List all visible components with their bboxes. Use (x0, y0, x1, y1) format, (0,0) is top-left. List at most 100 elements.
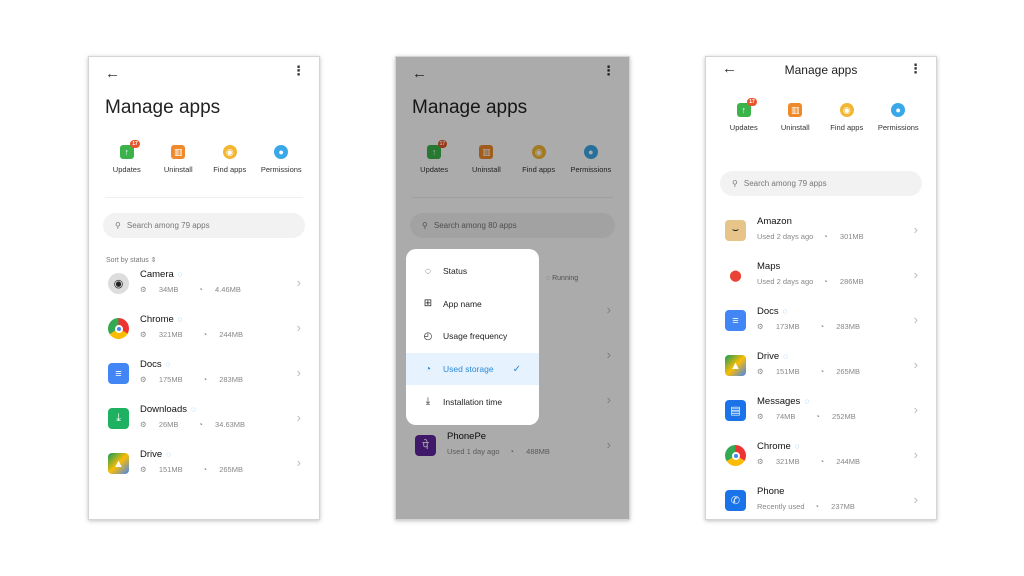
sort-option-app-name[interactable]: ⊞ App name (406, 288, 539, 321)
chevron-right-icon: › (296, 365, 301, 380)
manage-apps-screen-sort-menu: ← ⋮ Manage apps ↑ 17 Updates ▥ Uninstall ◉ Fin… (395, 56, 630, 520)
search-input[interactable]: ⚲ Search among 79 apps (103, 213, 305, 238)
app-list-item[interactable]: ▲ Drive ◌ ⚙ 151MB ◔ 265MB › (89, 443, 319, 488)
tool-label: Find apps (830, 123, 864, 132)
app-size: ⚙ 74MB (757, 412, 796, 421)
update-count-badge: 17 (747, 98, 757, 106)
chevron-right-icon: › (913, 402, 918, 417)
tool-uninstall[interactable]: ▥ Uninstall (770, 103, 820, 132)
app-size-icon: ⚙ (140, 420, 149, 429)
tool-permissions[interactable]: ● Permissions (873, 103, 923, 132)
app-list-item[interactable]: Chrome ◌ ⚙ 321MB ◔ 244MB › (89, 308, 319, 353)
tool-find-apps[interactable]: ◉ Find apps (822, 103, 872, 132)
last-used: Used 2 days ago (757, 277, 814, 286)
search-input[interactable]: ⚲ Search among 79 apps (720, 171, 922, 196)
grid-icon: ⊞ (423, 298, 433, 310)
drive-icon: ▲ (725, 355, 746, 376)
app-list-item[interactable]: ◉ Camera ◌ ⚙ 34MB ◔ 4.46MB › (89, 263, 319, 308)
permissions-icon: ● (891, 103, 906, 117)
drive-icon: ▲ (108, 453, 129, 474)
tool-label: Permissions (877, 123, 919, 132)
storage-icon: ◔ (823, 277, 830, 286)
chevron-right-icon: › (296, 410, 301, 425)
app-size-icon: ⚙ (757, 322, 766, 331)
storage-icon: ◔ (202, 375, 210, 384)
chevron-right-icon: › (913, 492, 918, 507)
status-icon: ◌ (425, 265, 431, 277)
sort-option-installation-time[interactable]: ⤓ Installation time (406, 385, 539, 418)
maps-icon: ⬤ (725, 265, 746, 286)
app-list-item[interactable]: ⬤ Maps Used 2 days ago ◔ 286MB › (706, 255, 936, 300)
running-indicator-icon: ◌ (191, 405, 196, 414)
docs-icon: ≡ (725, 310, 746, 331)
running-indicator-icon: ◌ (783, 352, 788, 361)
app-size: ⚙ 34MB (140, 285, 179, 294)
chevron-right-icon: › (913, 312, 918, 327)
app-size-icon: ⚙ (140, 465, 149, 474)
chevron-right-icon: › (913, 222, 918, 237)
app-name: Maps (757, 261, 781, 272)
storage-icon: ◔ (819, 322, 827, 331)
storage-used: ◔ 4.46MB (198, 285, 241, 294)
app-list-item[interactable]: ≡ Docs ◌ ⚙ 173MB ◔ 283MB › (706, 300, 936, 345)
app-list-item[interactable]: Chrome ◌ ⚙ 321MB ◔ 244MB › (706, 435, 936, 480)
app-size: ⚙ 26MB (140, 420, 179, 429)
tool-label: Updates (112, 165, 141, 174)
storage-icon: ◔ (814, 502, 822, 511)
app-size: ⚙ 321MB (140, 330, 183, 339)
app-size: ⚙ 321MB (757, 457, 800, 466)
tool-find-apps[interactable]: ◉ Find apps (205, 145, 255, 174)
app-list-item[interactable]: ⌣ Amazon Used 2 days ago ◔ 301MB › (706, 210, 936, 255)
updates-icon: ↑ 17 (736, 98, 757, 117)
storage-used: ◔ 237MB (814, 502, 855, 511)
checkmark-icon: ✓ (512, 363, 521, 375)
storage-icon: ◔ (198, 285, 206, 294)
running-indicator-icon: ◌ (165, 360, 171, 369)
storage-icon: ◔ (819, 457, 827, 466)
app-list-item[interactable]: ✆ Phone Recently used ◔ 237MB › (706, 480, 936, 519)
tool-updates[interactable]: ↑ 17 Updates (102, 140, 152, 174)
camera-icon: ◉ (108, 273, 129, 294)
storage-used: ◔ 265MB (819, 367, 860, 376)
find-apps-icon: ◉ (222, 145, 237, 159)
page-title: Manage apps (105, 97, 221, 118)
manage-apps-screen-storage-sort: ← ⋮ Manage apps ↑ 17 Updates ▥ Uninstall ◉ Fin… (705, 56, 937, 520)
tool-label: Permissions (260, 165, 302, 174)
sort-menu: ◌ Status ⊞ App name ◴ Usage frequency ◔ Used st… (406, 249, 539, 425)
running-indicator-icon: ◌ (177, 315, 183, 324)
chevron-right-icon: › (296, 320, 301, 335)
app-name: Docs (140, 359, 162, 370)
more-options-icon[interactable]: ⋮ (292, 64, 305, 77)
sort-option-used-storage[interactable]: ◔ Used storage ✓ (406, 352, 539, 386)
app-size: ⚙ 151MB (757, 367, 800, 376)
storage-icon: ◔ (424, 363, 432, 375)
running-indicator-icon: ◌ (804, 397, 810, 406)
storage-used: ◔ 34.63MB (198, 420, 246, 429)
storage-used: ◔ 244MB (202, 330, 243, 339)
chevron-right-icon: › (296, 455, 301, 470)
tool-permissions[interactable]: ● Permissions (256, 145, 306, 174)
find-apps-icon: ◉ (839, 103, 854, 117)
chevron-right-icon: › (913, 267, 918, 282)
app-list-item[interactable]: ▲ Drive ◌ ⚙ 151MB ◔ 265MB › (706, 345, 936, 390)
divider (105, 197, 303, 198)
storage-used: ◔ 301MB (823, 232, 864, 241)
app-list-item[interactable]: ▤ Messages ◌ ⚙ 74MB ◔ 252MB › (706, 390, 936, 435)
app-size-icon: ⚙ (140, 375, 149, 384)
sort-option-usage-frequency[interactable]: ◴ Usage frequency (406, 320, 539, 353)
storage-used: ◔ 283MB (202, 375, 243, 384)
chevron-right-icon: › (296, 275, 301, 290)
chevron-right-icon: › (913, 447, 918, 462)
sort-option-status[interactable]: ◌ Status (406, 255, 539, 288)
chrome-icon (725, 445, 746, 466)
tool-updates[interactable]: ↑ 17 Updates (719, 98, 769, 132)
running-indicator-icon: ◌ (782, 307, 788, 316)
app-list-item[interactable]: ⤓ Downloads ◌ ⚙ 26MB ◔ 34.63MB › (89, 398, 319, 443)
app-name: Drive (757, 351, 780, 362)
tool-uninstall[interactable]: ▥ Uninstall (153, 145, 203, 174)
app-list-item[interactable]: ≡ Docs ◌ ⚙ 175MB ◔ 283MB › (89, 353, 319, 398)
trash-icon: ▥ (171, 145, 186, 159)
storage-icon: ◔ (815, 412, 823, 421)
manage-apps-screen-status-sort: ← ⋮ Manage apps ↑ 17 Updates ▥ Uninstall ◉ Fin… (88, 56, 320, 520)
back-arrow-icon[interactable]: ← (105, 65, 120, 82)
